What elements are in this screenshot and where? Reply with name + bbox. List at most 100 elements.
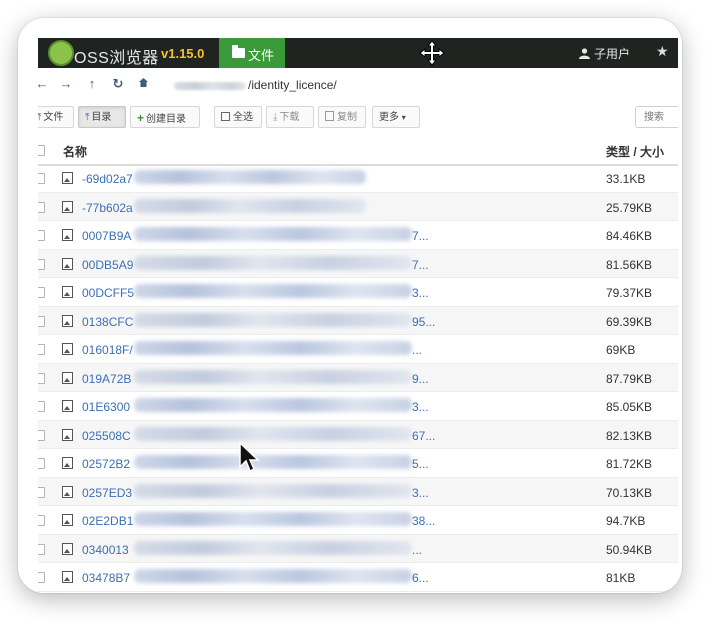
forward-arrow-icon[interactable]: → <box>58 76 74 92</box>
back-arrow-icon[interactable]: ← <box>38 76 50 92</box>
table-row[interactable]: 00DCFF5 3... 79.37KB <box>38 278 678 307</box>
table-row[interactable]: 0257ED3 3... 70.13KB <box>38 477 678 506</box>
file-name-tail[interactable]: 7... <box>412 258 429 272</box>
row-checkbox[interactable] <box>38 258 45 270</box>
table-row[interactable]: 016018F/... 69KB <box>38 335 678 364</box>
file-name-tail[interactable]: ... <box>412 543 422 557</box>
table-row[interactable]: 025508C 67... 82.13KB <box>38 420 678 449</box>
app-version: v1.15.0 <box>161 46 205 61</box>
file-name-tail[interactable]: 38... <box>412 514 435 528</box>
column-header-name[interactable]: 名称 <box>63 143 87 160</box>
table-header: 名称 类型 / 大小 <box>38 136 678 166</box>
table-row[interactable]: 0138CFC 95... 69.39KB <box>38 306 678 335</box>
row-checkbox[interactable] <box>38 543 45 555</box>
row-checkbox[interactable] <box>38 401 45 412</box>
file-size: 82.13KB <box>606 428 653 443</box>
table-row[interactable]: 00DB5A9 7... 81.56KB <box>38 249 678 278</box>
table-row[interactable]: -69d02a7 33.1KB <box>38 164 678 193</box>
file-name-tail[interactable]: 3... <box>412 486 429 500</box>
table-row[interactable]: -77b602a 25.79KB <box>38 192 678 221</box>
file-name-tail[interactable]: 7... <box>412 229 429 243</box>
column-header-type-size[interactable]: 类型 / 大小 <box>606 143 664 160</box>
file-name-link[interactable]: 019A72B <box>82 372 131 386</box>
redacted-file-name <box>134 170 366 184</box>
file-size: 69.39KB <box>606 314 653 329</box>
user-menu[interactable]: 子用户 <box>578 45 630 62</box>
address-input[interactable]: /identity_licence/ <box>174 78 337 92</box>
file-name-link[interactable]: 03478B7 <box>82 571 130 585</box>
redacted-file-name <box>134 512 412 526</box>
file-name-tail[interactable]: 9... <box>412 372 429 386</box>
file-name-link[interactable]: 025508C <box>82 429 131 443</box>
file-name-link[interactable]: -69d02a7 <box>82 172 133 186</box>
table-row[interactable]: 019A72B 9... 87.79KB <box>38 363 678 392</box>
file-name-tail[interactable]: 6... <box>412 571 429 585</box>
upload-icon: ⤒ <box>85 112 90 123</box>
file-name-tail[interactable]: 67... <box>412 429 435 443</box>
row-checkbox[interactable] <box>38 486 45 498</box>
row-checkbox[interactable] <box>38 372 45 384</box>
toolbar: ⤒ 文件 ⤒ 目录 + 创建目录 全选 ⤓ 下载 复制 更多 ▾ <box>38 102 678 137</box>
file-name-link[interactable]: 0007B9A <box>82 229 131 243</box>
row-checkbox[interactable] <box>38 315 45 327</box>
table-row[interactable]: 01E6300 3... 85.05KB <box>38 392 678 421</box>
file-name-link[interactable]: 0340013 <box>82 543 129 557</box>
more-dropdown-button[interactable]: 更多 ▾ <box>372 106 420 128</box>
file-name-link[interactable]: 01E6300 <box>82 400 130 414</box>
image-file-icon <box>62 428 73 441</box>
nav-tab-files[interactable]: 文件 <box>219 38 285 68</box>
copy-button[interactable]: 复制 <box>318 106 366 128</box>
create-dir-button[interactable]: + 创建目录 <box>130 106 200 128</box>
file-name-link[interactable]: 0257ED3 <box>82 486 132 500</box>
row-checkbox[interactable] <box>38 287 45 298</box>
row-checkbox[interactable] <box>38 344 45 355</box>
file-name-link[interactable]: 00DCFF5 <box>82 286 134 300</box>
select-all-button[interactable]: 全选 <box>214 106 262 128</box>
row-checkbox[interactable] <box>38 572 45 583</box>
table-row[interactable]: 0007B9A 7... 84.46KB <box>38 221 678 250</box>
file-name-tail[interactable]: 5... <box>412 457 429 471</box>
refresh-icon[interactable]: ↻ <box>110 76 126 92</box>
image-file-icon <box>62 485 73 498</box>
upload-dir-button[interactable]: ⤒ 目录 <box>78 106 126 128</box>
upload-file-button[interactable]: ⤒ 文件 <box>38 106 74 128</box>
image-file-icon <box>62 229 73 241</box>
row-checkbox[interactable] <box>38 429 45 441</box>
row-checkbox[interactable] <box>38 173 45 184</box>
row-checkbox[interactable] <box>38 458 45 469</box>
user-menu-label: 子用户 <box>594 47 631 61</box>
address-bar: ← → ↑ ↻ /identity_licence/ <box>38 68 678 103</box>
file-name-link[interactable]: 02572B2 <box>82 457 130 471</box>
select-all-checkbox[interactable] <box>38 145 45 156</box>
table-row[interactable]: 02E2DB1 38... 94.7KB <box>38 506 678 535</box>
image-file-icon <box>62 542 73 555</box>
file-size: 84.46KB <box>606 229 653 243</box>
file-name-link[interactable]: 00DB5A9 <box>82 258 133 272</box>
row-checkbox[interactable] <box>38 230 45 241</box>
more-label: 更多 <box>379 112 399 123</box>
table-row[interactable]: 02572B2 5... 81.72KB <box>38 449 678 478</box>
file-name-tail[interactable]: 3... <box>412 400 429 414</box>
row-checkbox[interactable] <box>38 515 45 526</box>
download-button[interactable]: ⤓ 下载 <box>266 106 314 128</box>
upload-file-label: 文件 <box>43 112 64 123</box>
file-name-link[interactable]: 016018F/ <box>82 343 133 357</box>
file-name-link[interactable]: 02E2DB1 <box>82 514 133 528</box>
file-name-link[interactable]: 0138CFC <box>82 315 133 329</box>
file-list: -69d02a7 33.1KB -77b602a 25.79KB 0007B9A 7...… <box>38 164 678 592</box>
table-row[interactable]: 0340013... 50.94KB <box>38 534 678 563</box>
file-name-link[interactable]: -77b602a <box>82 201 133 215</box>
file-name-tail[interactable]: 3... <box>412 286 429 300</box>
home-icon[interactable] <box>135 76 151 92</box>
favorite-star-icon[interactable]: ★ <box>656 43 669 60</box>
file-name-tail[interactable]: ... <box>412 343 422 357</box>
search-input[interactable] <box>635 106 678 128</box>
copy-label: 复制 <box>337 112 357 123</box>
file-name-tail[interactable]: 95... <box>412 315 435 329</box>
select-all-label: 全选 <box>233 112 253 123</box>
row-checkbox[interactable] <box>38 201 45 213</box>
image-file-icon <box>62 571 73 583</box>
up-arrow-icon[interactable]: ↑ <box>84 76 100 92</box>
redacted-file-name <box>134 540 412 555</box>
table-row[interactable]: 03478B7 6... 81KB <box>38 563 678 592</box>
